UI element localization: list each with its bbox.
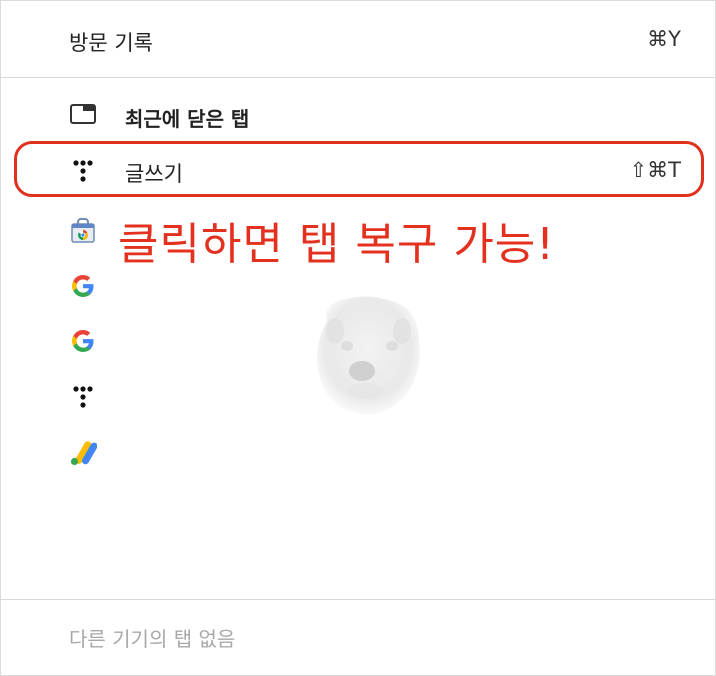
divider: [1, 77, 715, 78]
highlight-box: [14, 141, 704, 197]
google-ads-icon: [70, 441, 97, 466]
tab-window-icon: [70, 104, 96, 124]
annotation-text: 클릭하면 탭 복구 가능!: [118, 219, 555, 270]
google-icon: [72, 275, 94, 297]
history-title: 방문 기록: [69, 31, 153, 55]
history-shortcut: ⌘Y: [647, 27, 681, 51]
dog-photo: [317, 296, 420, 415]
chrome-web-store-icon: [71, 218, 95, 243]
google-icon: [72, 330, 94, 352]
divider: [1, 599, 715, 600]
recently-closed-title: 최근에 닫은 탭: [125, 107, 250, 131]
history-menu-item[interactable]: 방문 기록 ⌘Y: [1, 1, 715, 79]
history-menu-panel: 방문 기록 ⌘Y 최근에 닫은 탭 글쓰기 ⇧⌘T 다른 기기의 탭 없음: [0, 0, 716, 676]
no-other-device-tabs-text: 다른 기기의 탭 없음: [69, 627, 236, 651]
recent-tab-item[interactable]: [1, 425, 715, 481]
recently-closed-header: 최근에 닫은 탭: [1, 89, 715, 141]
tistory-icon: [73, 386, 93, 408]
